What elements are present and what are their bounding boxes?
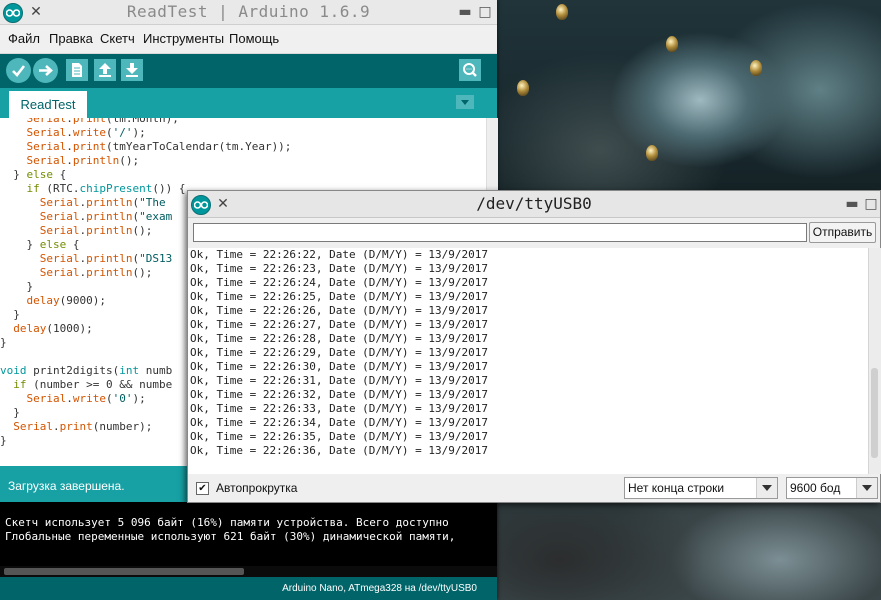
open-icon bbox=[99, 63, 111, 77]
output-line: Ok, Time = 22:26:26, Date (D/M/Y) = 13/9… bbox=[190, 304, 489, 317]
tab-bar: ReadTest bbox=[0, 88, 497, 118]
output-line: Ok, Time = 22:26:34, Date (D/M/Y) = 13/9… bbox=[190, 416, 489, 429]
tab-menu-button[interactable] bbox=[456, 95, 474, 109]
new-button[interactable] bbox=[66, 59, 88, 81]
save-button[interactable] bbox=[121, 59, 143, 81]
status-text: Загрузка завершена. bbox=[8, 479, 125, 493]
board-info: Arduino Nano, ATmega328 на /dev/ttyUSB0 bbox=[282, 583, 477, 594]
autoscroll-label: Автопрокрутка bbox=[216, 481, 298, 495]
output-line: Ok, Time = 22:26:28, Date (D/M/Y) = 13/9… bbox=[190, 332, 489, 345]
output-line: Ok, Time = 22:26:35, Date (D/M/Y) = 13/9… bbox=[190, 430, 489, 443]
code-line: Serial.print(tm.Month); bbox=[26, 118, 179, 125]
line-ending-value: Нет конца строки bbox=[628, 481, 725, 495]
serial-monitor-button[interactable] bbox=[459, 59, 481, 81]
code-line: Serial.print(tmYearToCalendar(tm.Year)); bbox=[26, 140, 292, 153]
send-input[interactable] bbox=[194, 227, 806, 244]
tab-menu-icon bbox=[461, 100, 469, 105]
minimize-icon[interactable]: ▬ bbox=[843, 192, 861, 216]
output-line: Ok, Time = 22:26:29, Date (D/M/Y) = 13/9… bbox=[190, 346, 489, 359]
verify-icon bbox=[12, 65, 26, 77]
open-button[interactable] bbox=[94, 59, 116, 81]
dropdown-arrow-icon bbox=[756, 478, 777, 498]
autoscroll-checkbox[interactable]: ✔ bbox=[196, 482, 209, 495]
console-output: Скетч использует 5 096 байт (16%) памяти… bbox=[0, 502, 497, 576]
toolbar bbox=[0, 54, 497, 88]
dropdown-arrow-icon bbox=[856, 478, 877, 498]
output-line: Ok, Time = 22:26:22, Date (D/M/Y) = 13/9… bbox=[190, 248, 489, 261]
menu-file[interactable]: Файл bbox=[8, 25, 40, 53]
light-orb bbox=[517, 80, 529, 96]
menu-tools[interactable]: Инструменты bbox=[143, 25, 224, 53]
light-orb bbox=[556, 4, 568, 20]
menu-sketch[interactable]: Скетч bbox=[100, 25, 135, 53]
menu-edit[interactable]: Правка bbox=[49, 25, 93, 53]
serial-titlebar[interactable]: ✕ /dev/ttyUSB0 ▬ □ bbox=[188, 191, 880, 218]
output-line: Ok, Time = 22:26:36, Date (D/M/Y) = 13/9… bbox=[190, 444, 489, 457]
output-line: Ok, Time = 22:26:27, Date (D/M/Y) = 13/9… bbox=[190, 318, 489, 331]
tab-readtest[interactable]: ReadTest bbox=[9, 91, 87, 118]
maximize-icon[interactable]: □ bbox=[862, 192, 880, 216]
verify-button[interactable] bbox=[6, 58, 31, 83]
serial-window-title: /dev/ttyUSB0 bbox=[476, 194, 592, 213]
console-line: Глобальные переменные используют 621 бай… bbox=[5, 530, 456, 543]
serial-output-scrollbar[interactable] bbox=[868, 248, 881, 474]
light-orb bbox=[666, 36, 678, 52]
output-line: Ok, Time = 22:26:31, Date (D/M/Y) = 13/9… bbox=[190, 374, 489, 387]
console-scrollbar[interactable] bbox=[0, 566, 497, 577]
send-input-box[interactable] bbox=[193, 223, 807, 244]
minimize-icon[interactable]: ▬ bbox=[456, 0, 474, 24]
send-button[interactable]: Отправить bbox=[809, 222, 876, 243]
upload-button[interactable] bbox=[33, 58, 58, 83]
output-line: Ok, Time = 22:26:30, Date (D/M/Y) = 13/9… bbox=[190, 360, 489, 373]
baud-rate-value: 9600 бод bbox=[790, 481, 841, 495]
baud-rate-select[interactable]: 9600 бод bbox=[786, 477, 878, 499]
window-title: ReadTest | Arduino 1.6.9 bbox=[126, 2, 371, 21]
output-line: Ok, Time = 22:26:25, Date (D/M/Y) = 13/9… bbox=[190, 290, 489, 303]
line-ending-select[interactable]: Нет конца строки bbox=[624, 477, 778, 499]
serial-monitor-window: ✕ /dev/ttyUSB0 ▬ □ Отправить Ok, Time = … bbox=[187, 190, 881, 503]
menu-help[interactable]: Помощь bbox=[229, 25, 279, 53]
board-info-bar: Arduino Nano, ATmega328 на /dev/ttyUSB0 bbox=[0, 577, 497, 600]
upload-icon bbox=[39, 65, 53, 76]
save-icon bbox=[126, 63, 138, 77]
menubar: Файл Правка Скетч Инструменты Помощь bbox=[0, 25, 497, 54]
new-icon bbox=[72, 63, 82, 77]
maximize-icon[interactable]: □ bbox=[476, 0, 494, 24]
light-orb bbox=[750, 60, 762, 76]
serial-output[interactable]: Ok, Time = 22:26:22, Date (D/M/Y) = 13/9… bbox=[188, 248, 868, 474]
output-line: Ok, Time = 22:26:32, Date (D/M/Y) = 13/9… bbox=[190, 388, 489, 401]
output-line: Ok, Time = 22:26:23, Date (D/M/Y) = 13/9… bbox=[190, 262, 489, 275]
code-line: Serial.println(); bbox=[26, 154, 140, 167]
serial-monitor-icon bbox=[463, 63, 477, 77]
output-line: Ok, Time = 22:26:24, Date (D/M/Y) = 13/9… bbox=[190, 276, 489, 289]
scrollbar-thumb[interactable] bbox=[4, 568, 244, 575]
code-line: Serial.write('/'); bbox=[26, 126, 146, 139]
scrollbar-thumb[interactable] bbox=[871, 368, 878, 458]
ide-titlebar[interactable]: ✕ ReadTest | Arduino 1.6.9 ▬ □ bbox=[0, 0, 497, 25]
console-line: Скетч использует 5 096 байт (16%) памяти… bbox=[5, 516, 449, 529]
code-line: } else { bbox=[0, 168, 67, 181]
output-line: Ok, Time = 22:26:33, Date (D/M/Y) = 13/9… bbox=[190, 402, 489, 415]
light-orb bbox=[646, 145, 658, 161]
serial-options-bar: ✔ Автопрокрутка Нет конца строки 9600 бо… bbox=[188, 474, 880, 502]
